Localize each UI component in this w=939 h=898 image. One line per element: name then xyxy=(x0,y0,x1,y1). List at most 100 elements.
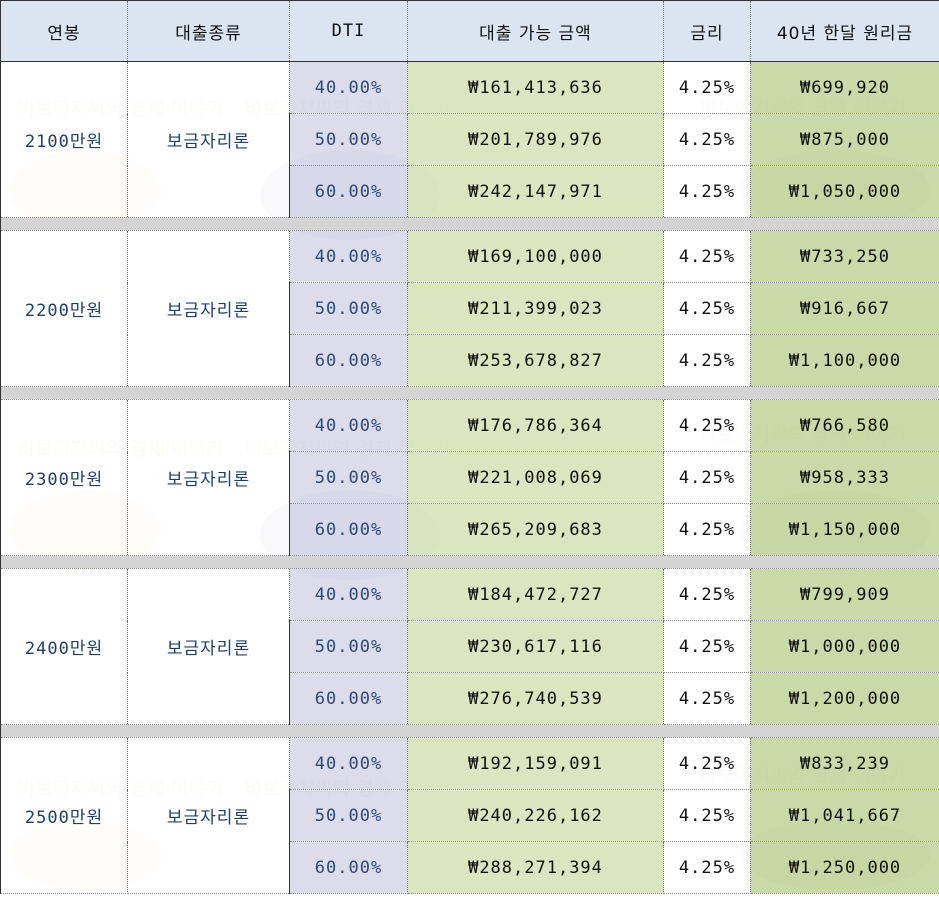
monthly-cell: ₩733,250 xyxy=(750,230,939,283)
separator-cell xyxy=(127,386,290,400)
rate-cell: 4.25% xyxy=(663,113,751,166)
separator-cell xyxy=(289,386,408,400)
separator-cell xyxy=(663,555,751,569)
monthly-cell: ₩833,239 xyxy=(750,737,939,790)
monthly-cell: ₩1,150,000 xyxy=(750,503,939,556)
salary-cell: 2400만원 xyxy=(0,568,128,725)
amount-cell: ₩221,008,069 xyxy=(407,451,664,504)
separator-cell xyxy=(750,217,939,231)
header-amount: 대출 가능 금액 xyxy=(407,0,664,62)
amount-cell: ₩184,472,727 xyxy=(407,568,664,621)
group-separator xyxy=(0,724,939,738)
header-salary: 연봉 xyxy=(0,0,128,62)
dti-cell: 50.00% xyxy=(289,113,408,166)
monthly-cell: ₩875,000 xyxy=(750,113,939,166)
header-dti: DTI xyxy=(289,0,408,62)
amount-cell: ₩211,399,023 xyxy=(407,282,664,335)
dti-cell: 40.00% xyxy=(289,568,408,621)
loan-table: 연봉 대출종류 DTI 대출 가능 금액 금리 40년 한달 원리금 2100만… xyxy=(0,0,939,894)
separator-cell xyxy=(289,555,408,569)
monthly-cell: ₩1,050,000 xyxy=(750,165,939,218)
separator-cell xyxy=(0,555,128,569)
monthly-cell: ₩766,580 xyxy=(750,399,939,452)
salary-cell: 2300만원 xyxy=(0,399,128,556)
rate-cell: 4.25% xyxy=(663,61,751,114)
separator-cell xyxy=(127,724,290,738)
salary-cell: 2100만원 xyxy=(0,61,128,218)
rate-cell: 4.25% xyxy=(663,165,751,218)
separator-cell xyxy=(750,555,939,569)
monthly-cell: ₩699,920 xyxy=(750,61,939,114)
separator-cell xyxy=(407,386,664,400)
separator-cell xyxy=(407,217,664,231)
table-row: 2200만원 보금자리론 40.00% ₩169,100,000 4.25% ₩… xyxy=(0,230,939,387)
salary-cell: 2200만원 xyxy=(0,230,128,387)
amount-cell: ₩276,740,539 xyxy=(407,672,664,725)
dti-cell: 40.00% xyxy=(289,61,408,114)
loan-type-cell: 보금자리론 xyxy=(127,230,290,387)
separator-cell xyxy=(750,724,939,738)
dti-cell: 40.00% xyxy=(289,737,408,790)
rate-cell: 4.25% xyxy=(663,503,751,556)
monthly-cell: ₩1,100,000 xyxy=(750,334,939,387)
dti-cell: 60.00% xyxy=(289,503,408,556)
separator-cell xyxy=(663,217,751,231)
rate-cell: 4.25% xyxy=(663,737,751,790)
header-loan-type: 대출종류 xyxy=(127,0,290,62)
dti-cell: 40.00% xyxy=(289,399,408,452)
dti-cell: 50.00% xyxy=(289,620,408,673)
dti-cell: 60.00% xyxy=(289,334,408,387)
monthly-cell: ₩1,200,000 xyxy=(750,672,939,725)
separator-cell xyxy=(407,724,664,738)
amount-cell: ₩161,413,636 xyxy=(407,61,664,114)
table-row: 2300만원 보금자리론 40.00% ₩176,786,364 4.25% ₩… xyxy=(0,399,939,556)
rate-cell: 4.25% xyxy=(663,451,751,504)
amount-cell: ₩192,159,091 xyxy=(407,737,664,790)
separator-cell xyxy=(663,724,751,738)
amount-cell: ₩169,100,000 xyxy=(407,230,664,283)
table-row: 2500만원 보금자리론 40.00% ₩192,159,091 4.25% ₩… xyxy=(0,737,939,894)
rate-cell: 4.25% xyxy=(663,568,751,621)
rate-cell: 4.25% xyxy=(663,334,751,387)
separator-cell xyxy=(289,724,408,738)
group-separator xyxy=(0,217,939,231)
rate-cell: 4.25% xyxy=(663,841,751,894)
separator-cell xyxy=(0,724,128,738)
dti-cell: 60.00% xyxy=(289,672,408,725)
rate-cell: 4.25% xyxy=(663,672,751,725)
monthly-cell: ₩958,333 xyxy=(750,451,939,504)
amount-cell: ₩265,209,683 xyxy=(407,503,664,556)
dti-cell: 50.00% xyxy=(289,451,408,504)
rate-cell: 4.25% xyxy=(663,789,751,842)
group-separator xyxy=(0,555,939,569)
header-monthly: 40년 한달 원리금 xyxy=(750,0,939,62)
monthly-cell: ₩1,000,000 xyxy=(750,620,939,673)
header-row: 연봉 대출종류 DTI 대출 가능 금액 금리 40년 한달 원리금 xyxy=(0,0,939,62)
dti-cell: 50.00% xyxy=(289,789,408,842)
monthly-cell: ₩1,041,667 xyxy=(750,789,939,842)
dti-cell: 40.00% xyxy=(289,230,408,283)
amount-cell: ₩201,789,976 xyxy=(407,113,664,166)
rate-cell: 4.25% xyxy=(663,282,751,335)
loan-type-cell: 보금자리론 xyxy=(127,61,290,218)
dti-cell: 60.00% xyxy=(289,841,408,894)
amount-cell: ₩242,147,971 xyxy=(407,165,664,218)
loan-type-cell: 보금자리론 xyxy=(127,568,290,725)
separator-cell xyxy=(289,217,408,231)
monthly-cell: ₩799,909 xyxy=(750,568,939,621)
monthly-cell: ₩916,667 xyxy=(750,282,939,335)
loan-type-cell: 보금자리론 xyxy=(127,399,290,556)
rate-cell: 4.25% xyxy=(663,620,751,673)
group-separator xyxy=(0,386,939,400)
salary-cell: 2500만원 xyxy=(0,737,128,894)
amount-cell: ₩288,271,394 xyxy=(407,841,664,894)
separator-cell xyxy=(127,217,290,231)
amount-cell: ₩253,678,827 xyxy=(407,334,664,387)
amount-cell: ₩176,786,364 xyxy=(407,399,664,452)
monthly-cell: ₩1,250,000 xyxy=(750,841,939,894)
amount-cell: ₩240,226,162 xyxy=(407,789,664,842)
rate-cell: 4.25% xyxy=(663,230,751,283)
separator-cell xyxy=(750,386,939,400)
separator-cell xyxy=(0,217,128,231)
rate-cell: 4.25% xyxy=(663,399,751,452)
